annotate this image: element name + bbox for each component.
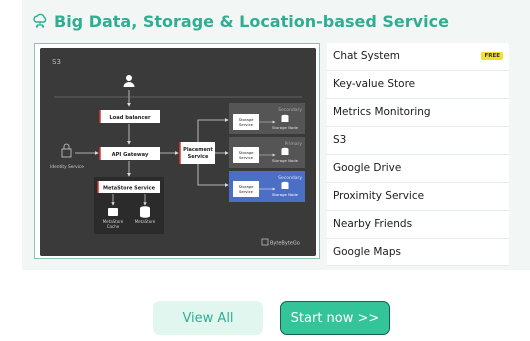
topic-label: S3	[333, 134, 347, 147]
topic-label: Google Maps	[333, 246, 401, 259]
storage-service-label-2: Service	[239, 155, 254, 160]
start-now-button[interactable]: Start now >>	[280, 301, 390, 335]
topic-item-nearby-friends[interactable]: Nearby Friends	[327, 210, 509, 239]
topic-item-s3[interactable]: S3	[327, 126, 509, 155]
section-title: Big Data, Storage & Location-based Servi…	[54, 11, 449, 31]
topic-item-metrics-monitoring[interactable]: Metrics Monitoring	[327, 98, 509, 127]
cluster-bottom-label: Secondary	[278, 175, 302, 181]
topic-label: Chat System	[333, 50, 401, 63]
cluster-top-label: Secondary	[278, 107, 302, 113]
free-badge: FREE	[481, 52, 503, 61]
cluster-mid-label: Primary	[285, 141, 303, 147]
placement-service-box	[180, 142, 215, 164]
storage-service-label-2: Service	[239, 189, 254, 194]
placement-service-label-2: Service	[188, 154, 209, 160]
cache-icon	[108, 208, 118, 216]
storage-service-label-2: Service	[239, 122, 254, 127]
api-gateway-label: API Gateway	[112, 152, 149, 158]
storage-node-label: Storage Node	[272, 125, 299, 130]
topic-item-key-value-store[interactable]: Key-value Store	[327, 70, 509, 99]
view-all-button[interactable]: View All	[153, 301, 263, 335]
metastore-db-label: MetaStore	[135, 219, 156, 224]
topic-item-chat-system[interactable]: Chat System FREE	[327, 43, 509, 71]
topic-label: Key-value Store	[333, 78, 416, 91]
identity-service-label: Identity Service	[50, 164, 84, 170]
watermark-label: ByteByteGo	[270, 241, 300, 247]
topic-list: Chat System FREE Key-value Store Metrics…	[327, 43, 509, 267]
diagram-corner-label: S3	[52, 58, 61, 66]
storage-node-icon	[281, 147, 289, 155]
topic-label: Proximity Service	[333, 190, 425, 203]
storage-node-icon	[281, 181, 289, 189]
storage-node-label: Storage Node	[272, 192, 299, 197]
topic-item-google-maps[interactable]: Google Maps	[327, 238, 509, 267]
section-header: Big Data, Storage & Location-based Servi…	[32, 10, 449, 32]
topic-item-proximity-service[interactable]: Proximity Service	[327, 182, 509, 211]
storage-node-label: Storage Node	[272, 158, 299, 163]
cloud-network-icon	[32, 13, 48, 29]
topic-item-google-drive[interactable]: Google Drive	[327, 154, 509, 183]
database-icon	[140, 206, 150, 218]
load-balancer-label: Load balancer	[109, 115, 151, 121]
topic-label: Metrics Monitoring	[333, 106, 431, 119]
s3-architecture-diagram[interactable]: S3 Load balancer Identity Service API Ga…	[40, 48, 316, 256]
topic-label: Nearby Friends	[333, 218, 413, 231]
storage-node-icon	[281, 114, 289, 122]
topic-label: Google Drive	[333, 162, 402, 175]
metastore-service-label: MetaStore Service	[103, 186, 156, 192]
metastore-cache-label-2: Cache	[107, 224, 120, 229]
placement-service-label-1: Placement	[183, 147, 213, 153]
